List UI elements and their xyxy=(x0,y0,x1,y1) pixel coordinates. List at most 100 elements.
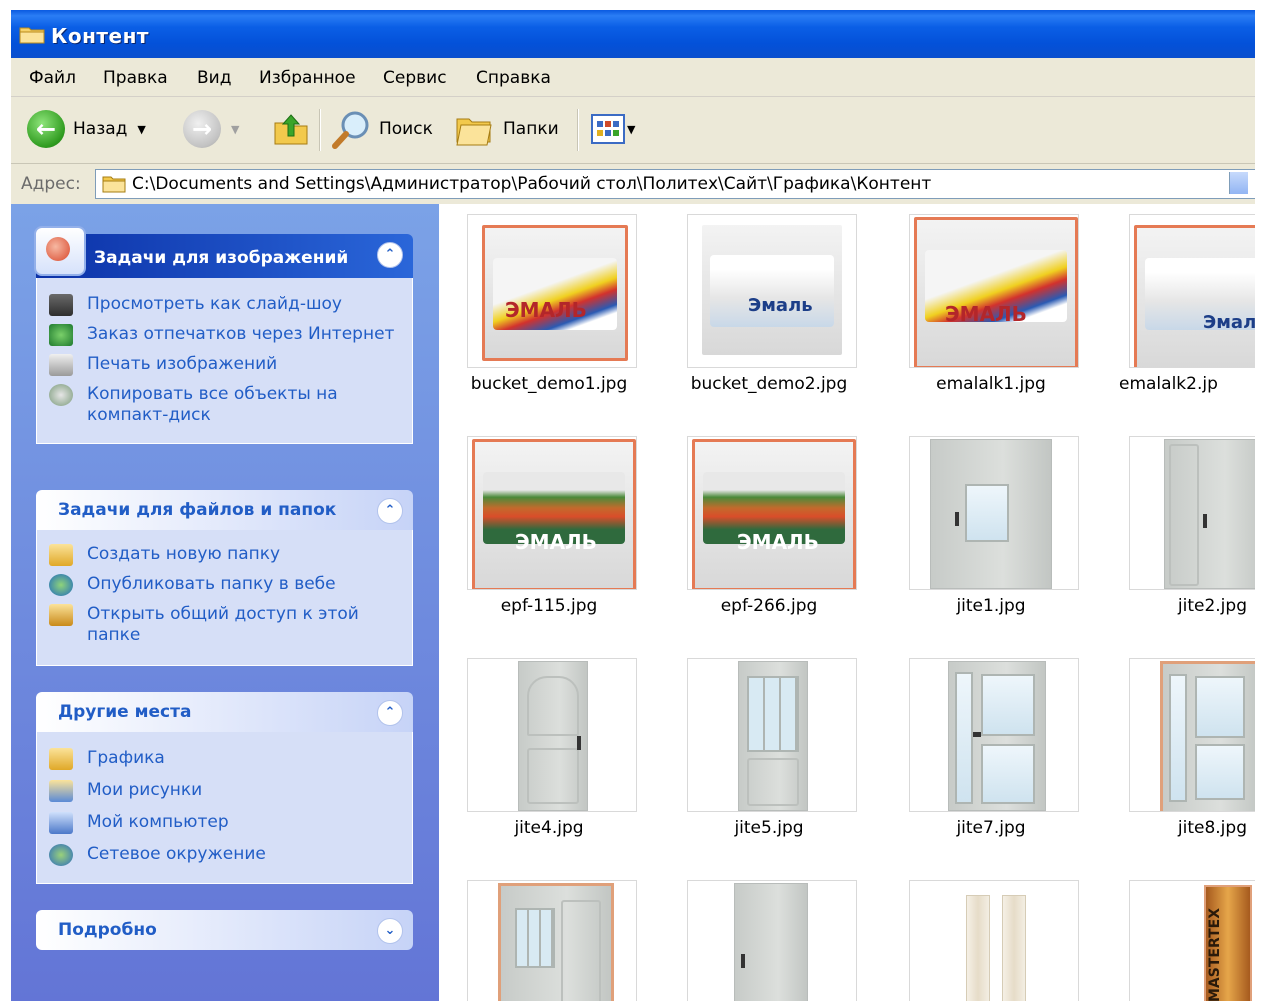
collapse-chevron-icon[interactable]: ⌃ xyxy=(377,242,403,268)
views-button[interactable]: ▼ xyxy=(591,107,635,151)
image-tasks-panel: Задачи для изображений ⌃ Просмотреть как… xyxy=(34,226,413,444)
sealant-tube-image xyxy=(1002,895,1026,1001)
folders-icon xyxy=(456,118,492,146)
forward-dropdown-icon[interactable]: ▼ xyxy=(231,123,239,136)
image-tasks-title: Задачи для изображений xyxy=(94,248,349,268)
network-icon xyxy=(49,844,73,866)
task-slideshow[interactable]: Просмотреть как слайд-шоу xyxy=(49,294,400,316)
views-icon xyxy=(591,114,625,144)
menu-help[interactable]: Справка xyxy=(476,68,551,88)
task-publish-web[interactable]: Опубликовать папку в вебе xyxy=(49,574,400,596)
task-copy-to-cd[interactable]: Копировать все объекты на компакт-диск xyxy=(49,384,400,426)
folders-label: Папки xyxy=(503,119,559,139)
file-name[interactable]: epf-115.jpg xyxy=(439,596,659,616)
thumbnail[interactable] xyxy=(687,880,857,1001)
task-print-images[interactable]: Печать изображений xyxy=(49,354,400,376)
thumbnail[interactable]: Эмаль xyxy=(1129,214,1255,368)
folder-icon xyxy=(49,748,73,770)
folder-icon xyxy=(102,176,126,193)
paint-can-image: ЭМАЛЬ xyxy=(472,439,636,589)
up-folder-button[interactable] xyxy=(273,107,309,151)
image-tasks-header[interactable]: Задачи для изображений ⌃ xyxy=(34,226,413,278)
cd-copy-icon xyxy=(49,384,73,406)
thumbnail[interactable]: ЭМАЛЬ xyxy=(909,214,1079,368)
thumbnail[interactable] xyxy=(909,436,1079,590)
title-bar[interactable]: Контент xyxy=(11,10,1255,58)
file-name[interactable]: jite4.jpg xyxy=(439,818,659,838)
thumbnail[interactable]: ЭМАЛЬ xyxy=(467,436,637,590)
forward-button[interactable]: → ▼ xyxy=(183,107,239,151)
expand-chevron-icon[interactable]: ⌄ xyxy=(377,918,403,944)
details-title: Подробно xyxy=(58,920,157,940)
image-tasks-icon xyxy=(34,226,86,276)
details-header[interactable]: Подробно ⌄ xyxy=(36,910,413,950)
menu-favorites[interactable]: Избранное xyxy=(259,68,356,88)
address-path: C:\Documents and Settings\Администратор\… xyxy=(132,174,932,194)
place-my-pictures[interactable]: Мои рисунки xyxy=(49,780,400,802)
thumbnail[interactable] xyxy=(467,880,637,1001)
file-name[interactable]: emalalk1.jpg xyxy=(881,374,1101,394)
thumbnail[interactable]: MASTERTEX xyxy=(1129,880,1255,1001)
file-name[interactable]: emalalk2.jp xyxy=(1119,374,1255,394)
thumbnail[interactable] xyxy=(1129,658,1255,812)
task-order-prints[interactable]: Заказ отпечатков через Интернет xyxy=(49,324,400,346)
collapse-chevron-icon[interactable]: ⌃ xyxy=(377,498,403,524)
file-name[interactable]: jite2.jpg xyxy=(1119,596,1255,616)
new-folder-icon xyxy=(49,544,73,566)
task-label: Открыть общий доступ к этой папке xyxy=(87,604,359,645)
task-new-folder[interactable]: Создать новую папку xyxy=(49,544,400,566)
file-name[interactable]: jite5.jpg xyxy=(659,818,879,838)
menu-view[interactable]: Вид xyxy=(197,68,231,88)
collapse-chevron-icon[interactable]: ⌃ xyxy=(377,700,403,726)
menu-bar: Файл Правка Вид Избранное Сервис Справка xyxy=(11,58,1255,97)
door-image xyxy=(734,883,808,1001)
back-label: Назад xyxy=(73,119,128,139)
task-label: Заказ отпечатков через Интернет xyxy=(87,324,395,344)
paint-bucket-image: Эмаль xyxy=(702,225,842,355)
thumbnail[interactable] xyxy=(909,658,1079,812)
window-title: Контент xyxy=(51,24,149,48)
place-label: Мой компьютер xyxy=(87,812,229,832)
door-image xyxy=(498,883,614,1001)
thumbnail[interactable] xyxy=(687,658,857,812)
toolbar-separator xyxy=(577,109,579,151)
place-network[interactable]: Сетевое окружение xyxy=(49,844,400,866)
address-dropdown-icon[interactable] xyxy=(1229,172,1248,194)
file-name[interactable]: jite1.jpg xyxy=(881,596,1101,616)
thumbnail[interactable]: ЭМАЛЬ xyxy=(467,214,637,368)
door-image xyxy=(1164,439,1255,589)
menu-tools[interactable]: Сервис xyxy=(383,68,447,88)
back-dropdown-icon[interactable]: ▼ xyxy=(137,123,145,136)
forward-arrow-icon: → xyxy=(183,110,221,148)
thumbnail[interactable]: ЭМАЛЬ xyxy=(687,436,857,590)
file-name[interactable]: bucket_demo1.jpg xyxy=(439,374,659,394)
menu-file[interactable]: Файл xyxy=(29,68,76,88)
back-button[interactable]: ← Назад ▼ xyxy=(27,107,146,151)
file-name[interactable]: jite8.jpg xyxy=(1119,818,1255,838)
my-pictures-icon xyxy=(49,780,73,802)
other-places-title: Другие места xyxy=(58,702,192,722)
task-pane: Задачи для изображений ⌃ Просмотреть как… xyxy=(11,204,439,1001)
menu-edit[interactable]: Правка xyxy=(103,68,168,88)
thumbnail[interactable] xyxy=(467,658,637,812)
thumbnail[interactable] xyxy=(909,880,1079,1001)
place-my-computer[interactable]: Мой компьютер xyxy=(49,812,400,834)
folders-button[interactable]: Папки xyxy=(455,107,559,151)
address-input[interactable]: C:\Documents and Settings\Администратор\… xyxy=(95,169,1255,199)
task-label: Копировать все объекты на компакт-диск xyxy=(87,384,338,425)
door-image xyxy=(1160,661,1255,811)
thumbnail[interactable]: Эмаль xyxy=(687,214,857,368)
views-dropdown-icon[interactable]: ▼ xyxy=(627,123,635,136)
file-name[interactable]: epf-266.jpg xyxy=(659,596,879,616)
file-name[interactable]: bucket_demo2.jpg xyxy=(659,374,879,394)
task-share-folder[interactable]: Открыть общий доступ к этой папке xyxy=(49,604,400,646)
file-tasks-header[interactable]: Задачи для файлов и папок ⌃ xyxy=(36,490,413,530)
up-folder-icon xyxy=(274,114,308,145)
search-icon xyxy=(332,111,369,149)
place-graphics[interactable]: Графика xyxy=(49,748,400,770)
paint-can-image: ЭМАЛЬ xyxy=(482,225,628,361)
other-places-header[interactable]: Другие места ⌃ xyxy=(36,692,413,732)
file-name[interactable]: jite7.jpg xyxy=(881,818,1101,838)
search-button[interactable]: Поиск xyxy=(331,107,433,151)
thumbnail[interactable] xyxy=(1129,436,1255,590)
